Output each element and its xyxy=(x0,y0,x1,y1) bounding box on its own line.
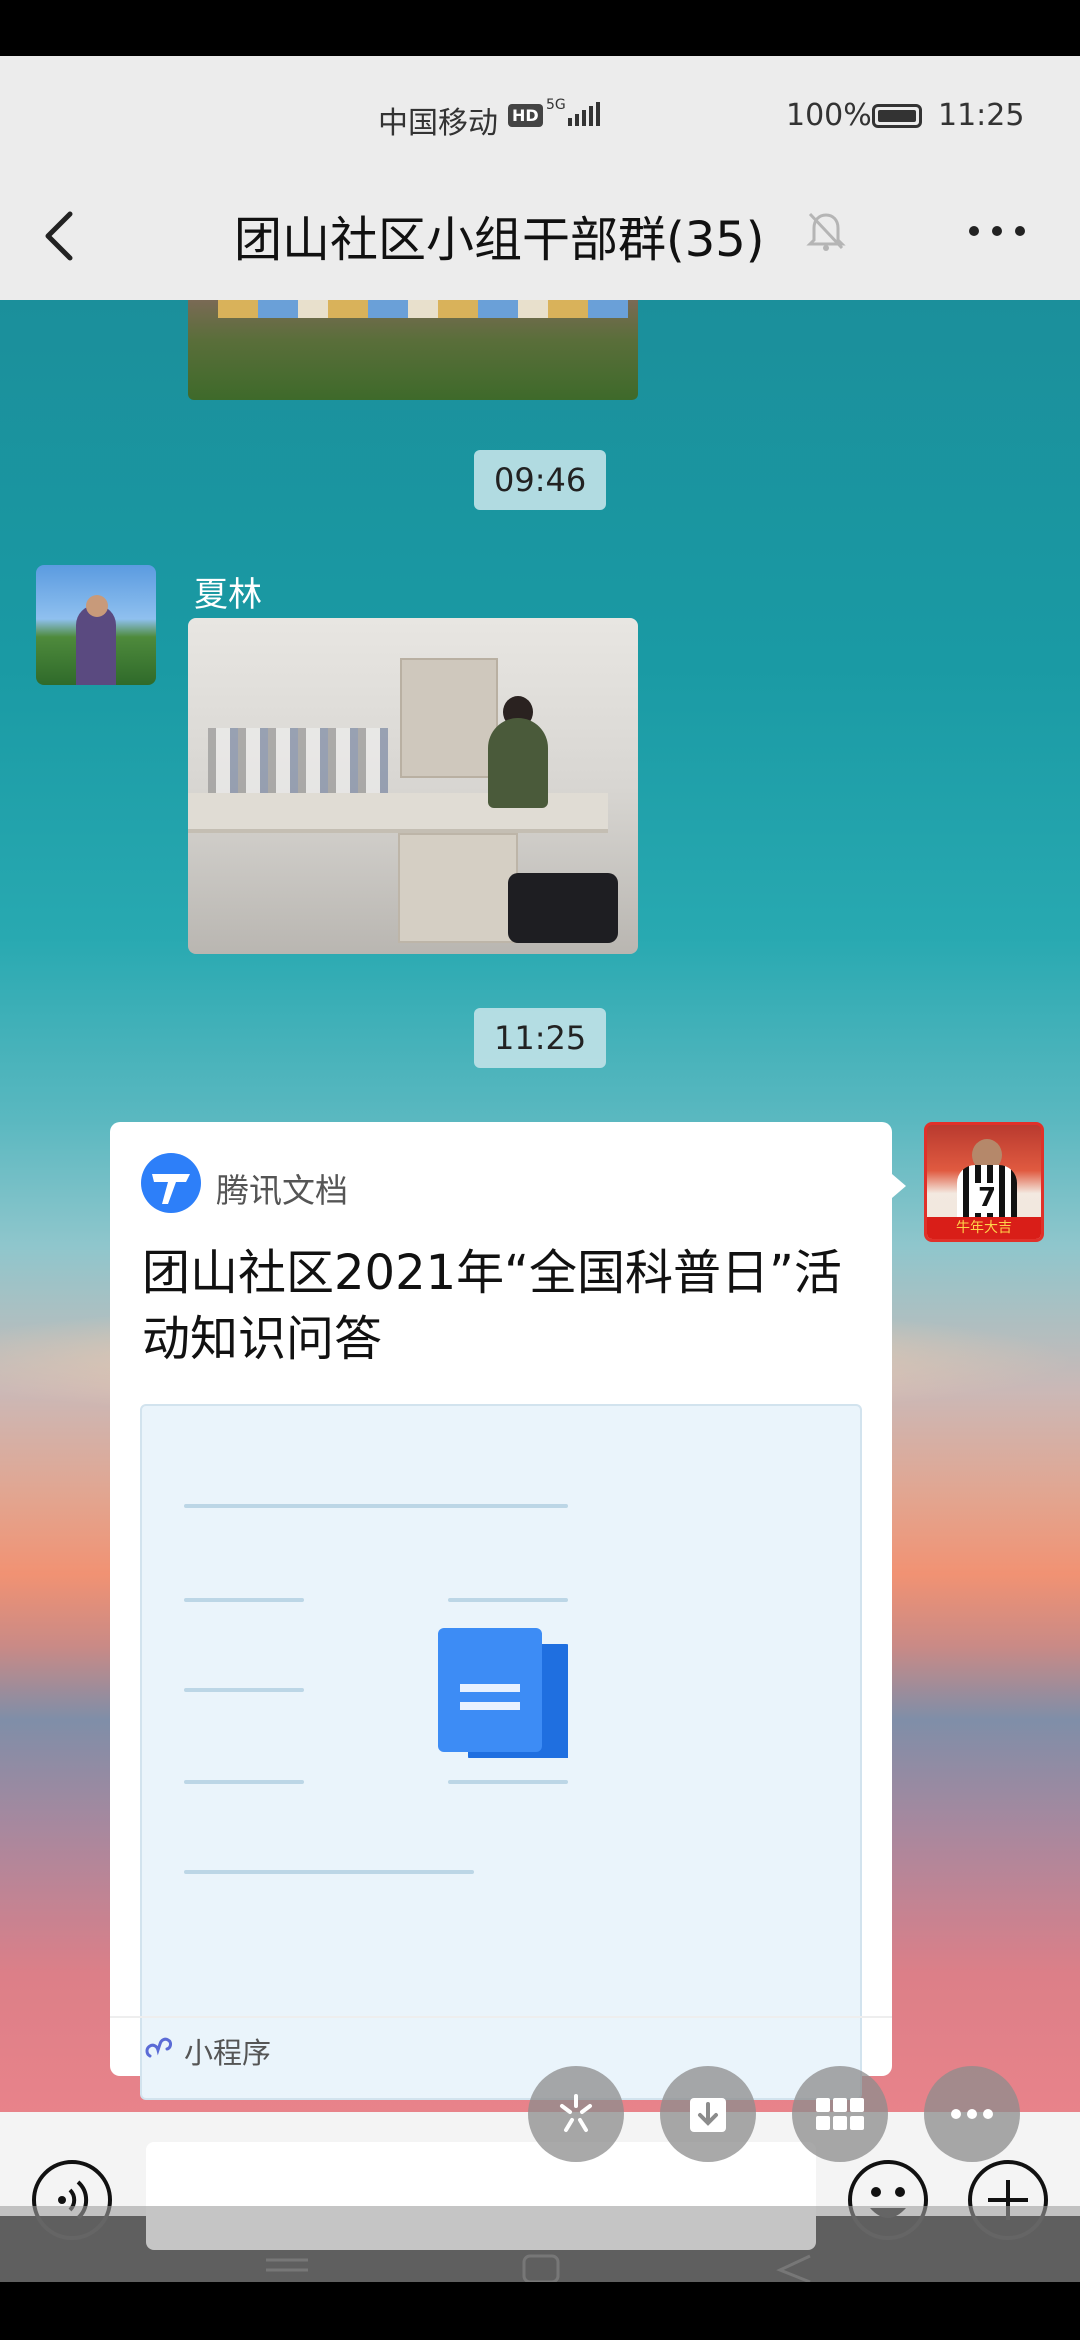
preview-line xyxy=(448,1780,568,1784)
avatar-head xyxy=(86,595,108,617)
card-footer: 小程序 xyxy=(110,2016,892,2076)
ellipsis-icon xyxy=(951,2109,993,2119)
preview-line xyxy=(448,1598,568,1602)
hd-badge: HD xyxy=(508,104,543,127)
card-title: 团山社区2021年“全国科普日”活动知识问答 xyxy=(142,1245,842,1367)
preview-line xyxy=(184,1780,304,1784)
mini-program-label: 小程序 xyxy=(184,2036,272,2070)
network-type: 5G xyxy=(546,97,566,113)
image-message[interactable] xyxy=(188,300,638,400)
photo-drawer xyxy=(398,833,518,943)
avatar-banner: 牛年大吉 xyxy=(927,1217,1041,1239)
preview-line xyxy=(184,1504,568,1508)
more-icon[interactable] xyxy=(962,216,1032,246)
mute-bell-icon xyxy=(806,212,846,251)
avatar[interactable]: 7 牛年大吉 xyxy=(924,1122,1044,1242)
sparkle-icon xyxy=(560,2094,592,2132)
battery-icon xyxy=(872,104,922,128)
back-nav-icon[interactable] xyxy=(770,2252,820,2282)
mini-program-icon xyxy=(145,2037,172,2058)
download-icon xyxy=(690,2098,726,2132)
bottom-black-bar xyxy=(0,2282,1080,2340)
back-icon[interactable] xyxy=(36,206,86,266)
timestamp-chip: 11:25 xyxy=(474,1008,607,1068)
avatar-figure xyxy=(76,605,116,685)
tencent-docs-icon xyxy=(141,1153,201,1213)
chat-title: 团山社区小组干部群(35) xyxy=(234,212,765,268)
photo-shelf xyxy=(400,658,498,778)
photo-chair xyxy=(508,873,618,943)
top-black-bar xyxy=(0,0,1080,56)
grid-icon xyxy=(816,2098,864,2130)
timestamp-chip: 09:46 xyxy=(474,450,607,510)
sender-name: 夏林 xyxy=(194,575,262,615)
battery-percent: 100% xyxy=(786,98,872,133)
status-bar: 中国移动 HD 5G 100% 11:25 xyxy=(0,56,1080,176)
home-nav-icon[interactable] xyxy=(516,2252,566,2282)
card-brand-name: 腾讯文档 xyxy=(216,1171,348,1210)
carrier-name: 中国移动 xyxy=(378,106,498,141)
mini-program-card[interactable]: 腾讯文档 团山社区2021年“全国科普日”活动知识问答 小程序 xyxy=(110,1122,906,2100)
avatar[interactable] xyxy=(36,565,156,685)
sparkle-button[interactable] xyxy=(528,2066,624,2162)
image-message[interactable] xyxy=(188,618,638,954)
photo-clutter xyxy=(208,728,388,798)
signal-icon xyxy=(568,102,600,126)
apps-button[interactable] xyxy=(792,2066,888,2162)
chat-header: 团山社区小组干部群(35) xyxy=(0,176,1080,300)
doc-icon xyxy=(438,1628,568,1758)
clock: 11:25 xyxy=(938,98,1025,133)
preview-line xyxy=(184,1598,304,1602)
more-actions-button[interactable] xyxy=(924,2066,1020,2162)
preview-line xyxy=(184,1688,304,1692)
preview-line xyxy=(184,1870,474,1874)
menu-nav-icon[interactable] xyxy=(262,2252,312,2282)
photo-person xyxy=(488,718,548,808)
card-preview xyxy=(140,1404,862,2100)
avatar-jersey-number: 7 xyxy=(975,1183,999,1213)
download-button[interactable] xyxy=(660,2066,756,2162)
